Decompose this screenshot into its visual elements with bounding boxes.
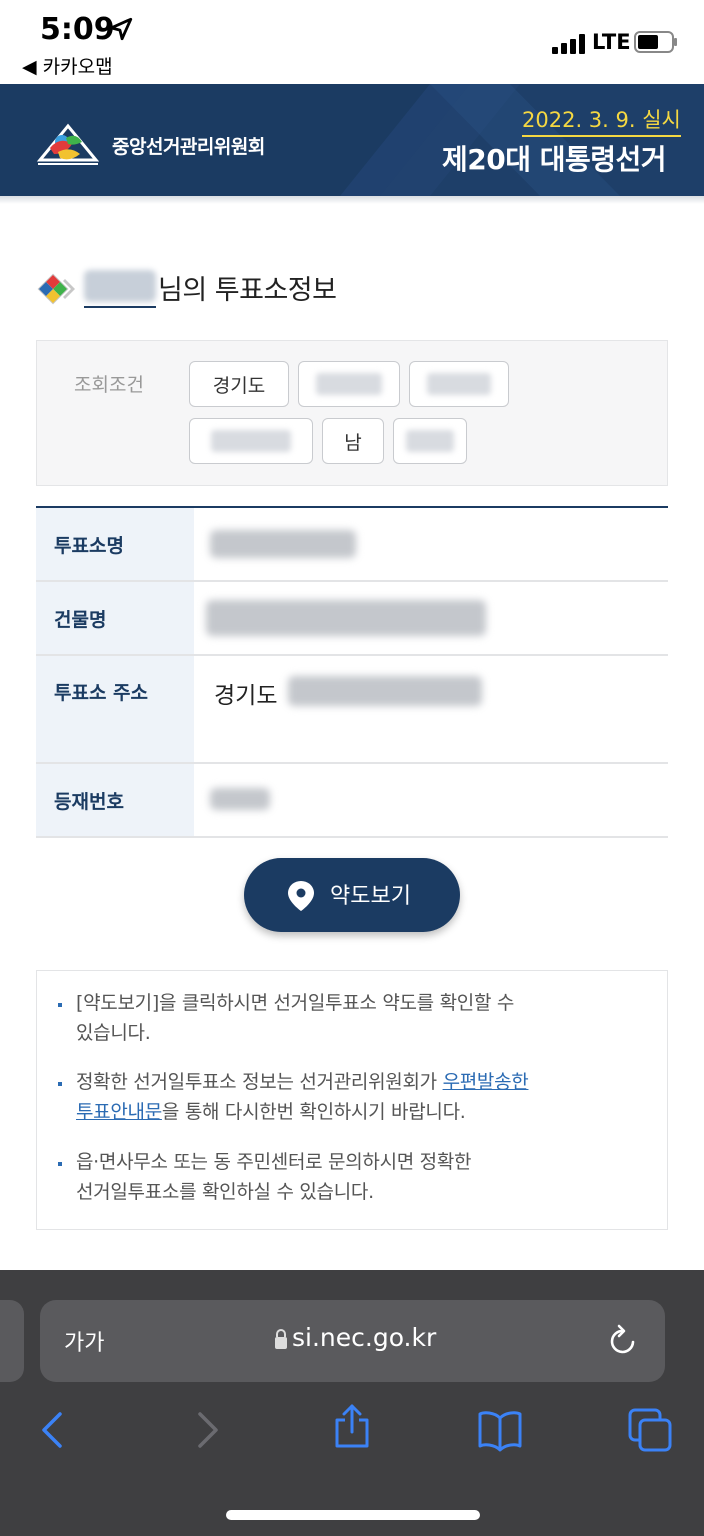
table-bottom-border — [36, 836, 668, 838]
share-icon[interactable] — [328, 1402, 376, 1450]
notice-text: 읍·면사무소 또는 동 주민센터로 문의하시면 정확한 — [76, 1151, 472, 1173]
query-label: 조회조건 — [74, 374, 144, 396]
row-label-building: 건물명 — [54, 609, 107, 631]
table-row-header: 투표소명 — [36, 508, 194, 580]
query-chip-redacted — [189, 418, 313, 464]
location-arrow-icon — [109, 17, 133, 41]
battery-icon — [634, 31, 677, 53]
notice-item-2: 정확한 선거일투표소 정보는 선거관리위원회가 우편발송한 투표안내문을 통해 … — [76, 1067, 529, 1127]
view-map-label[interactable]: 약도보기 — [330, 878, 411, 910]
row-label-address: 투표소 주소 — [54, 682, 149, 704]
query-chip-redacted — [298, 361, 400, 407]
table-row-header: 등재번호 — [36, 764, 194, 836]
voting-guide-link[interactable]: 투표안내문 — [76, 1101, 162, 1123]
tabs-icon[interactable] — [626, 1406, 674, 1454]
building-name-redacted — [206, 600, 486, 636]
page-title: 님의 투표소정보 — [158, 275, 337, 306]
status-time: 5:09 — [40, 12, 115, 47]
query-chip-province: 경기도 — [189, 361, 289, 407]
bullet-icon — [58, 1082, 62, 1086]
cellular-signal-icon — [552, 34, 585, 54]
diamond-logo-icon — [37, 273, 75, 305]
home-indicator[interactable] — [226, 1510, 480, 1520]
previous-tab-stub[interactable] — [0, 1300, 24, 1382]
map-pin-icon — [288, 881, 314, 911]
screen: 5:09 ◀ 카카오맵 LTE 중앙선거관리위원회 2022. 3. 9. 실시… — [0, 0, 704, 1536]
lock-icon — [275, 1329, 287, 1349]
url-text[interactable]: si.nec.go.kr — [292, 1323, 436, 1352]
text-size-button[interactable]: 가가 — [64, 1325, 104, 1357]
org-name[interactable]: 중앙선거관리위원회 — [112, 132, 265, 159]
header-shadow — [0, 196, 704, 204]
forward-icon[interactable] — [182, 1406, 230, 1454]
nec-logo-icon[interactable] — [36, 118, 100, 168]
address-province: 경기도 — [214, 683, 278, 709]
registration-number-redacted — [210, 788, 270, 810]
election-date: 2022. 3. 9. 실시 — [522, 104, 681, 137]
notice-text: [약도보기]을 클릭하시면 선거일투표소 약도를 확인할 수 — [76, 992, 515, 1014]
bullet-icon — [58, 1003, 62, 1007]
mailed-guide-link[interactable]: 우편발송한 — [443, 1071, 529, 1093]
notice-text: 정확한 선거일투표소 정보는 선거관리위원회가 — [76, 1071, 443, 1093]
back-icon[interactable] — [30, 1406, 78, 1454]
reload-icon[interactable] — [606, 1324, 640, 1358]
query-chip-redacted — [393, 418, 467, 464]
voter-name-redacted — [84, 270, 156, 302]
row-label-registration-number: 등재번호 — [54, 791, 124, 813]
bookmarks-icon[interactable] — [476, 1406, 524, 1454]
address-detail-redacted — [288, 676, 482, 706]
query-chip-redacted — [409, 361, 509, 407]
notice-text: 을 통해 다시한번 확인하시기 바랍니다. — [161, 1101, 466, 1123]
table-row-header: 건물명 — [36, 582, 194, 654]
back-to-app-link[interactable]: ◀ 카카오맵 — [22, 52, 113, 79]
row-label-polling-station: 투표소명 — [54, 535, 124, 557]
voter-name-underline — [84, 306, 156, 308]
bullet-icon — [58, 1162, 62, 1166]
network-type: LTE — [592, 30, 631, 54]
polling-station-name-redacted — [210, 530, 356, 558]
notice-text: 있습니다. — [76, 1022, 151, 1044]
query-chip-gender: 남 — [322, 418, 384, 464]
notice-item-3: 읍·면사무소 또는 동 주민센터로 문의하시면 정확한 선거일투표소를 확인하실… — [76, 1147, 472, 1207]
notice-item-1: [약도보기]을 클릭하시면 선거일투표소 약도를 확인할 수 있습니다. — [76, 988, 514, 1048]
table-row-header: 투표소 주소 — [36, 656, 194, 762]
election-title: 제20대 대통령선거 — [442, 143, 667, 176]
notice-text: 선거일투표소를 확인하실 수 있습니다. — [76, 1181, 374, 1203]
